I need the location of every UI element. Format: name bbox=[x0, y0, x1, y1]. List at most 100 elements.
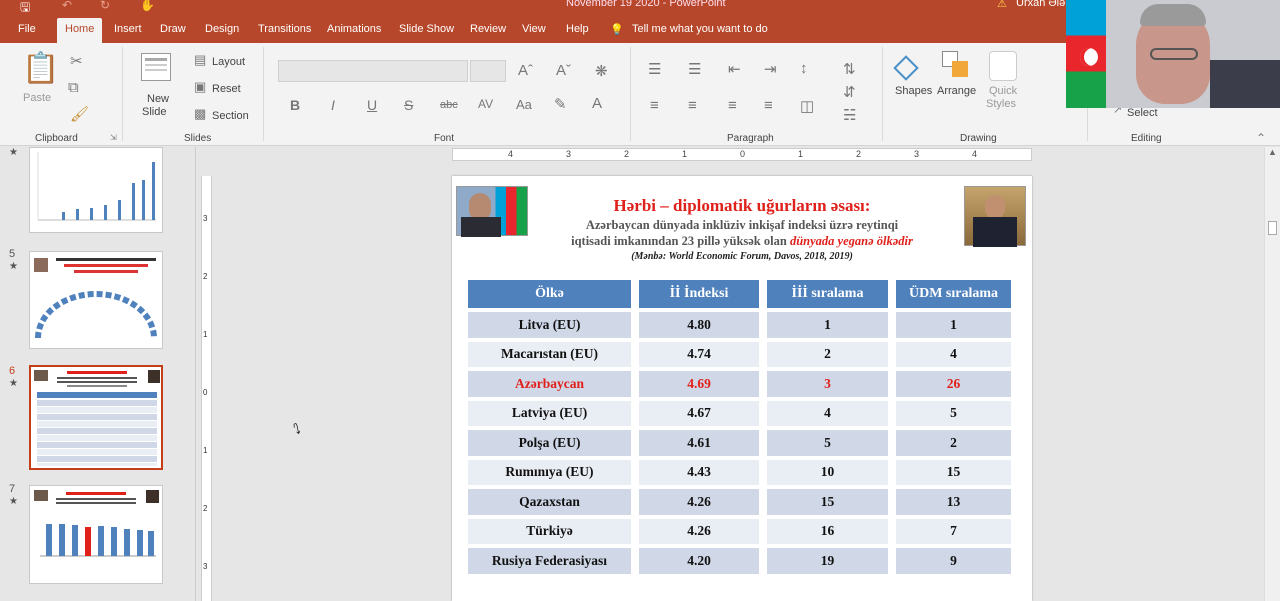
shadow-icon[interactable]: abc bbox=[440, 99, 458, 111]
slide-canvas[interactable]: Hərbi – diplomatik uğurların əsası: Azər… bbox=[452, 176, 1032, 601]
quick-styles-icon[interactable] bbox=[989, 51, 1017, 81]
touch-mode-icon[interactable]: ✋ bbox=[140, 0, 155, 12]
decrease-indent-icon[interactable]: ⇤ bbox=[728, 60, 741, 78]
tab-home[interactable]: Home bbox=[57, 18, 103, 43]
tab-design[interactable]: Design bbox=[205, 23, 239, 35]
tab-animations[interactable]: Animations bbox=[327, 23, 381, 35]
char-spacing-icon[interactable]: AV bbox=[478, 97, 493, 111]
slide-thumbnail-7[interactable] bbox=[29, 485, 163, 584]
dialog-launcher-icon[interactable]: ⇲ bbox=[110, 133, 117, 142]
table-row: Türkiyə 4.26 16 7 bbox=[468, 518, 1011, 544]
collapse-ribbon-icon[interactable]: ⌃ bbox=[1256, 131, 1266, 145]
line-spacing-icon[interactable]: ↕ bbox=[800, 60, 808, 77]
tab-slide-show[interactable]: Slide Show bbox=[399, 23, 454, 35]
tab-help[interactable]: Help bbox=[566, 23, 589, 35]
column-header-country: Ölkə bbox=[468, 280, 631, 308]
tab-review[interactable]: Review bbox=[470, 23, 506, 35]
arrange-button[interactable]: Arrange bbox=[937, 85, 976, 97]
smartart-icon[interactable]: ☵ bbox=[843, 106, 856, 124]
cell-gdp-rank: 2 bbox=[896, 430, 1011, 456]
reset-button[interactable]: Reset bbox=[212, 83, 241, 95]
glasses bbox=[1150, 48, 1198, 60]
paragraph-group-label: Paragraph bbox=[727, 133, 774, 144]
font-name-input[interactable] bbox=[278, 60, 468, 82]
thumb-number-7: 7 bbox=[9, 483, 16, 495]
copy-icon[interactable]: ⧉ bbox=[68, 79, 79, 96]
column-header-gdp-rank: ÜDM sıralama bbox=[896, 280, 1011, 308]
cell-iii-rank: 1 bbox=[767, 312, 888, 338]
new-slide-label[interactable]: New bbox=[147, 93, 169, 105]
arrange-icon[interactable] bbox=[942, 51, 972, 81]
shapes-button[interactable]: Shapes bbox=[895, 85, 932, 97]
strikethrough-icon[interactable]: S bbox=[404, 97, 413, 113]
thumb-table-body bbox=[37, 400, 157, 466]
vertical-ruler[interactable]: 3 2 1 0 1 2 3 bbox=[201, 176, 212, 601]
slide-thumbnail-5[interactable] bbox=[29, 251, 163, 349]
layout-button[interactable]: Layout bbox=[212, 56, 245, 68]
align-right-icon[interactable]: ≡ bbox=[728, 97, 737, 114]
quick-styles-button-2[interactable]: Styles bbox=[986, 98, 1016, 110]
bold-icon[interactable]: B bbox=[290, 97, 300, 113]
align-left-icon[interactable]: ≡ bbox=[650, 97, 659, 114]
slide-thumbnail-4[interactable] bbox=[29, 147, 163, 233]
cell-country: Rumınıya (EU) bbox=[468, 459, 631, 485]
quick-styles-button[interactable]: Quick bbox=[989, 85, 1017, 97]
undo-icon[interactable]: ↶ bbox=[62, 0, 72, 12]
table-row: Latviya (EU) 4.67 4 5 bbox=[468, 400, 1011, 426]
tell-me-search[interactable]: Tell me what you want to do bbox=[632, 23, 768, 35]
align-center-icon[interactable]: ≡ bbox=[688, 97, 697, 114]
source-citation: (Mənbə: World Economic Forum, Davos, 201… bbox=[631, 251, 853, 262]
font-size-input[interactable] bbox=[470, 60, 506, 82]
scroll-up-icon[interactable]: ▲ bbox=[1268, 147, 1277, 157]
slide-thumbnail-pane: ★ 5 ★ 6 ★ 7 ★ bbox=[0, 147, 196, 601]
increase-indent-icon[interactable]: ⇥ bbox=[764, 60, 777, 78]
cell-iii-rank: 16 bbox=[767, 518, 888, 544]
cut-icon[interactable]: ✂ bbox=[70, 52, 83, 70]
shrink-font-icon[interactable]: Aˇ bbox=[556, 62, 571, 79]
align-text-icon[interactable]: ⇵ bbox=[843, 83, 856, 101]
divider bbox=[630, 47, 631, 141]
bullets-icon[interactable]: ☰ bbox=[648, 60, 661, 78]
table-header-row: Ölkə İİ İndeksi İİİ sıralama ÜDM sıralam… bbox=[468, 280, 1011, 308]
scrollbar-thumb[interactable] bbox=[1268, 221, 1277, 235]
format-painter-icon[interactable]: 🖌 bbox=[70, 105, 89, 123]
reset-icon: ▣ bbox=[194, 79, 207, 94]
vertical-scrollbar[interactable]: ▲ bbox=[1264, 147, 1280, 601]
shapes-icon[interactable] bbox=[893, 51, 925, 81]
italic-icon[interactable]: I bbox=[331, 97, 335, 113]
redo-icon[interactable]: ↻ bbox=[100, 0, 110, 12]
thumb-star-7: ★ bbox=[9, 496, 18, 507]
new-slide-icon[interactable] bbox=[141, 53, 171, 81]
ruler-tick: 2 bbox=[624, 149, 630, 159]
slide-thumbnail-6-selected[interactable] bbox=[29, 365, 163, 470]
ruler-tick: 0 bbox=[740, 149, 746, 159]
columns-icon[interactable]: ◫ bbox=[800, 97, 814, 115]
cell-index: 4.61 bbox=[639, 430, 759, 456]
select-button[interactable]: Select bbox=[1127, 107, 1158, 119]
numbering-icon[interactable]: ☰ bbox=[688, 60, 701, 78]
underline-icon[interactable]: U bbox=[367, 97, 377, 113]
font-color-icon[interactable]: A bbox=[592, 95, 602, 112]
change-case-icon[interactable]: Aa bbox=[516, 97, 532, 112]
tab-insert[interactable]: Insert bbox=[114, 23, 142, 35]
section-button[interactable]: Section bbox=[212, 110, 249, 122]
tab-file[interactable]: File bbox=[18, 23, 36, 35]
cell-gdp-rank: 1 bbox=[896, 312, 1011, 338]
text-direction-icon[interactable]: ⇅ bbox=[843, 60, 856, 78]
drawing-group-label: Drawing bbox=[960, 133, 997, 144]
justify-icon[interactable]: ≡ bbox=[764, 97, 773, 114]
cell-gdp-rank: 26 bbox=[896, 371, 1011, 397]
slide-subtitle-line-1: Azərbaycan dünyada inklüziv inkişaf inde… bbox=[585, 218, 899, 232]
horizontal-ruler[interactable]: 4 3 2 1 0 1 2 3 4 bbox=[452, 148, 1032, 161]
clear-formatting-icon[interactable]: ❋ bbox=[595, 62, 608, 80]
cell-gdp-rank: 5 bbox=[896, 400, 1011, 426]
highlight-icon[interactable]: ✎ bbox=[554, 95, 567, 113]
paste-button[interactable]: Paste bbox=[23, 92, 51, 104]
new-slide-label-2[interactable]: Slide bbox=[142, 106, 166, 118]
tab-draw[interactable]: Draw bbox=[160, 23, 186, 35]
tab-transitions[interactable]: Transitions bbox=[258, 23, 311, 35]
tab-view[interactable]: View bbox=[522, 23, 546, 35]
paste-icon[interactable]: 📋 bbox=[22, 51, 59, 86]
grow-font-icon[interactable]: Aˆ bbox=[518, 62, 533, 79]
table-row: Litva (EU) 4.80 1 1 bbox=[468, 312, 1011, 338]
